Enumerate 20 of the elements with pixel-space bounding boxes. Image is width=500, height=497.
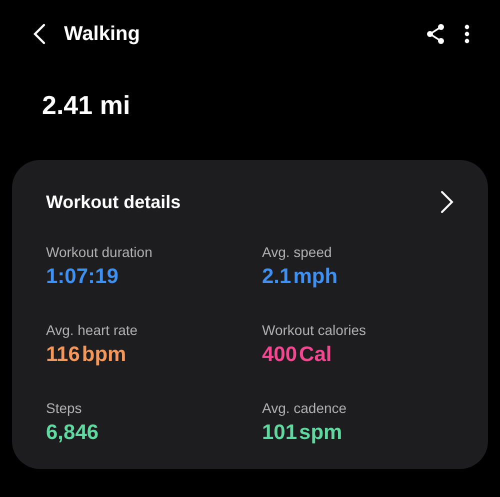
metric-label: Avg. heart rate xyxy=(46,322,139,338)
metric-label: Avg. speed xyxy=(262,244,333,260)
metric-value: 6,846 xyxy=(46,421,100,445)
card-title: Workout details xyxy=(46,192,181,212)
distance-value: 2.41 mi xyxy=(41,89,132,122)
metric-value: 1:07:19 xyxy=(46,265,120,289)
more-options-icon[interactable] xyxy=(464,24,470,44)
metric-label: Avg. cadence xyxy=(262,400,348,416)
metric-value: 400Cal xyxy=(262,343,333,367)
back-icon[interactable] xyxy=(32,23,46,45)
metric-value: 116bpm xyxy=(46,343,128,367)
chevron-right-icon[interactable] xyxy=(440,190,454,214)
metric-label: Steps xyxy=(46,400,83,416)
metric-label: Workout duration xyxy=(46,244,154,260)
metric-value: 2.1mph xyxy=(262,265,339,289)
metric-value: 101spm xyxy=(262,421,344,445)
page-title: Walking xyxy=(64,22,141,46)
workout-details-card[interactable]: Workout details Workout duration 1:07:19 Avg. speed 2.1mph Avg. heart rate 116bpm Workout calories 400Cal Steps 6,846 Avg. cadence 101spm xyxy=(12,160,488,469)
metric-label: Workout calories xyxy=(262,322,368,338)
share-icon[interactable] xyxy=(426,23,446,45)
